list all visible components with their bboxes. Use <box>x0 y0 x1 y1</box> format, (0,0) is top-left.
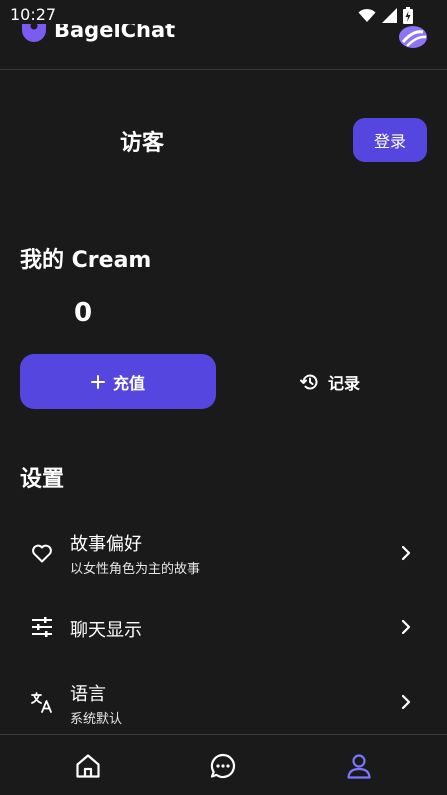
wifi-icon <box>358 8 376 22</box>
recharge-label: 充值 <box>112 373 145 393</box>
user-avatar-icon[interactable] <box>399 26 427 48</box>
signal-icon <box>382 8 397 23</box>
app-name: BagelChat <box>54 24 176 42</box>
battery-charging-icon <box>403 7 413 24</box>
profile-screen: 10:27 BagelChat 访客 登录 我的 Cream 0 充值 记录 设… <box>0 0 447 795</box>
settings-item-chat-display[interactable]: 聊天显示 <box>0 598 447 658</box>
settings-item-label: 聊天显示 <box>70 620 142 641</box>
history-label: 记录 <box>327 373 360 393</box>
chat-icon[interactable] <box>209 752 237 780</box>
chevron-right-icon <box>401 694 411 710</box>
app-logo[interactable]: BagelChat <box>20 24 175 46</box>
settings-title: 设置 <box>20 467 65 492</box>
bagelchat-logo-icon <box>22 24 46 42</box>
settings-item-label: 语言 <box>70 684 106 705</box>
home-icon[interactable] <box>74 752 102 780</box>
settings-item-subtitle: 以女性角色为主的故事 <box>70 562 201 577</box>
history-icon <box>299 374 318 389</box>
login-button[interactable]: 登录 <box>353 118 427 162</box>
app-header: BagelChat <box>0 24 447 70</box>
settings-item-language[interactable]: 语言 系统默认 <box>0 674 447 734</box>
bottom-nav <box>0 734 447 795</box>
chevron-right-icon <box>401 619 411 635</box>
guest-name: 访客 <box>120 131 165 156</box>
recharge-button[interactable]: 充值 <box>20 354 216 409</box>
history-button[interactable]: 记录 <box>232 354 428 409</box>
plus-icon <box>90 374 105 389</box>
status-icons <box>358 7 413 24</box>
heart-icon <box>32 544 52 563</box>
cream-title: 我的 Cream <box>20 248 152 273</box>
profile-icon[interactable] <box>345 752 373 780</box>
settings-item-label: 故事偏好 <box>70 534 142 555</box>
sliders-icon <box>32 617 52 637</box>
settings-item-story-preference[interactable]: 故事偏好 以女性角色为主的故事 <box>0 524 447 584</box>
translate-icon <box>31 692 52 713</box>
status-time: 10:27 <box>10 5 57 24</box>
cream-balance: 0 <box>74 298 93 328</box>
settings-item-subtitle: 系统默认 <box>70 712 123 727</box>
chevron-right-icon <box>401 545 411 561</box>
